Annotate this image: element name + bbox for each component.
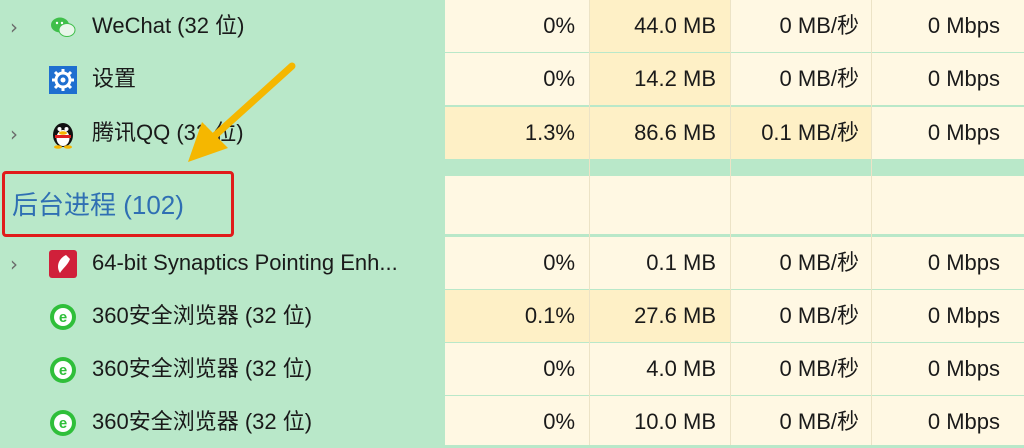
column-separator xyxy=(871,0,872,445)
memory-cell: 14.2 MB xyxy=(590,53,730,105)
disk-cell: 0 MB/秒 xyxy=(731,343,871,395)
360-browser-icon: e xyxy=(50,410,76,436)
360-browser-icon: e xyxy=(50,357,76,383)
360-browser-icon: e xyxy=(50,304,76,330)
empty-cell xyxy=(445,176,589,234)
wechat-icon xyxy=(51,17,76,37)
process-name: 360安全浏览器 (32 位) xyxy=(92,409,313,434)
qq-penguin-icon xyxy=(53,123,73,149)
cpu-cell: 0% xyxy=(445,343,589,395)
settings-gear-icon xyxy=(49,66,77,94)
memory-cell: 4.0 MB xyxy=(590,343,730,395)
cpu-cell: 0.1% xyxy=(445,290,589,342)
memory-cell: 44.0 MB xyxy=(590,0,730,52)
memory-cell: 10.0 MB xyxy=(590,396,730,445)
svg-text:e: e xyxy=(59,309,67,326)
cpu-cell: 0% xyxy=(445,396,589,445)
disk-cell: 0 MB/秒 xyxy=(731,237,871,289)
process-name: 360安全浏览器 (32 位) xyxy=(92,303,313,328)
svg-text:e: e xyxy=(59,362,67,379)
arrow-annotation-icon xyxy=(188,62,296,162)
column-separator xyxy=(589,0,590,445)
network-cell: 0 Mbps xyxy=(872,53,1024,105)
network-cell: 0 Mbps xyxy=(872,0,1024,52)
cpu-cell: 0% xyxy=(445,0,589,52)
process-name: WeChat (32 位) xyxy=(92,13,245,38)
cpu-cell: 0% xyxy=(445,237,589,289)
synaptics-icon xyxy=(49,250,77,278)
cpu-cell: 0% xyxy=(445,53,589,105)
chevron-right-icon[interactable]: › xyxy=(10,15,18,39)
memory-cell: 27.6 MB xyxy=(590,290,730,342)
cpu-cell: 1.3% xyxy=(445,107,589,159)
empty-cell xyxy=(731,176,871,234)
chevron-right-icon[interactable]: › xyxy=(10,122,18,146)
network-cell: 0 Mbps xyxy=(872,107,1024,159)
network-cell: 0 Mbps xyxy=(872,237,1024,289)
chevron-right-icon[interactable]: › xyxy=(10,252,18,276)
disk-cell: 0 MB/秒 xyxy=(731,0,871,52)
disk-cell: 0 MB/秒 xyxy=(731,53,871,105)
process-name: 360安全浏览器 (32 位) xyxy=(92,356,313,381)
disk-cell: 0 MB/秒 xyxy=(731,290,871,342)
disk-cell: 0.1 MB/秒 xyxy=(731,107,871,159)
memory-cell: 0.1 MB xyxy=(590,237,730,289)
process-name: 64-bit Synaptics Pointing Enh... xyxy=(92,250,398,275)
empty-cell xyxy=(590,176,730,234)
network-cell: 0 Mbps xyxy=(872,290,1024,342)
memory-cell: 86.6 MB xyxy=(590,107,730,159)
empty-cell xyxy=(872,176,1024,234)
highlight-box xyxy=(2,171,234,237)
network-cell: 0 Mbps xyxy=(872,396,1024,445)
process-name: 设置 xyxy=(92,66,137,91)
column-separator xyxy=(730,0,731,445)
network-cell: 0 Mbps xyxy=(872,343,1024,395)
svg-text:e: e xyxy=(59,415,67,432)
disk-cell: 0 MB/秒 xyxy=(731,396,871,445)
